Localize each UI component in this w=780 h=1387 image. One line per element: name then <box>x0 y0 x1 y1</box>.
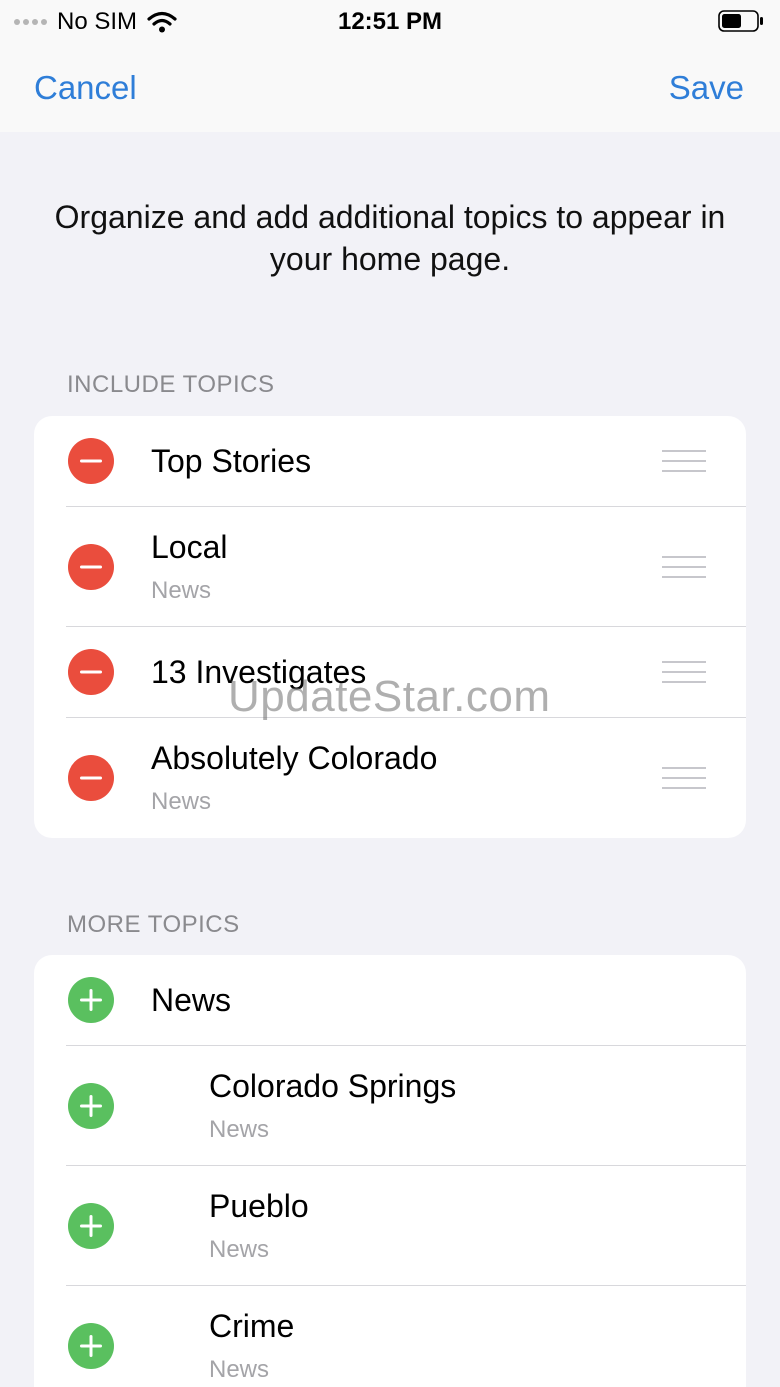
plus-circle-icon <box>80 989 102 1011</box>
topic-subtitle: News <box>151 577 212 604</box>
more-item-colorado-springs: Colorado Springs News <box>34 1046 746 1166</box>
more-item-news: News <box>34 955 746 1046</box>
add-topic-button[interactable] <box>68 1203 114 1249</box>
status-bar: No SIM 12:51 PM <box>0 0 780 44</box>
more-item-crime: Crime News <box>34 1286 746 1387</box>
nav-bar: Cancel Save <box>0 44 780 132</box>
include-topics-header: INCLUDE TOPICS <box>67 371 275 398</box>
save-button[interactable]: Save <box>669 68 744 108</box>
minus-circle-icon <box>80 670 102 674</box>
include-item-absolutely-colorado: Absolutely Colorado News <box>34 718 746 838</box>
reorder-handle-icon[interactable] <box>662 556 706 578</box>
include-item-top-stories: Top Stories <box>34 416 746 507</box>
minus-circle-icon <box>80 776 102 780</box>
topic-title: News <box>151 982 232 1018</box>
topic-title: Local <box>151 529 228 565</box>
battery-icon <box>718 10 763 32</box>
topic-title: Colorado Springs <box>209 1068 457 1104</box>
cancel-button[interactable]: Cancel <box>34 68 137 108</box>
remove-topic-button[interactable] <box>68 438 114 484</box>
minus-circle-icon <box>80 459 102 463</box>
more-item-pueblo: Pueblo News <box>34 1166 746 1286</box>
status-time: 12:51 PM <box>337 8 443 35</box>
plus-circle-icon <box>80 1215 102 1237</box>
intro-text: Organize and add additional topics to ap… <box>54 199 726 277</box>
include-item-local: Local News <box>34 507 746 627</box>
topic-subtitle: News <box>151 788 212 815</box>
more-topics-header: MORE TOPICS <box>67 911 240 938</box>
plus-circle-icon <box>80 1335 102 1357</box>
minus-circle-icon <box>80 565 102 569</box>
topic-title: Crime <box>209 1308 295 1344</box>
add-topic-button[interactable] <box>68 1083 114 1129</box>
reorder-handle-icon[interactable] <box>662 661 706 683</box>
topic-subtitle: News <box>209 1236 270 1263</box>
remove-topic-button[interactable] <box>68 755 114 801</box>
reorder-handle-icon[interactable] <box>662 767 706 789</box>
topic-subtitle: News <box>209 1116 270 1143</box>
remove-topic-button[interactable] <box>68 544 114 590</box>
topic-title: Top Stories <box>151 443 312 479</box>
add-topic-button[interactable] <box>68 1323 114 1369</box>
topic-subtitle: News <box>209 1356 270 1383</box>
plus-circle-icon <box>80 1095 102 1117</box>
include-topics-list: Top Stories Local News 13 Investigates A… <box>34 416 746 838</box>
more-topics-list: News Colorado Springs News Pueblo News C… <box>34 955 746 1387</box>
watermark: UpdateStar.com <box>228 672 551 721</box>
topic-title: Pueblo <box>209 1188 309 1224</box>
remove-topic-button[interactable] <box>68 649 114 695</box>
reorder-handle-icon[interactable] <box>662 450 706 472</box>
add-topic-button[interactable] <box>68 977 114 1023</box>
topic-title: Absolutely Colorado <box>151 740 438 776</box>
